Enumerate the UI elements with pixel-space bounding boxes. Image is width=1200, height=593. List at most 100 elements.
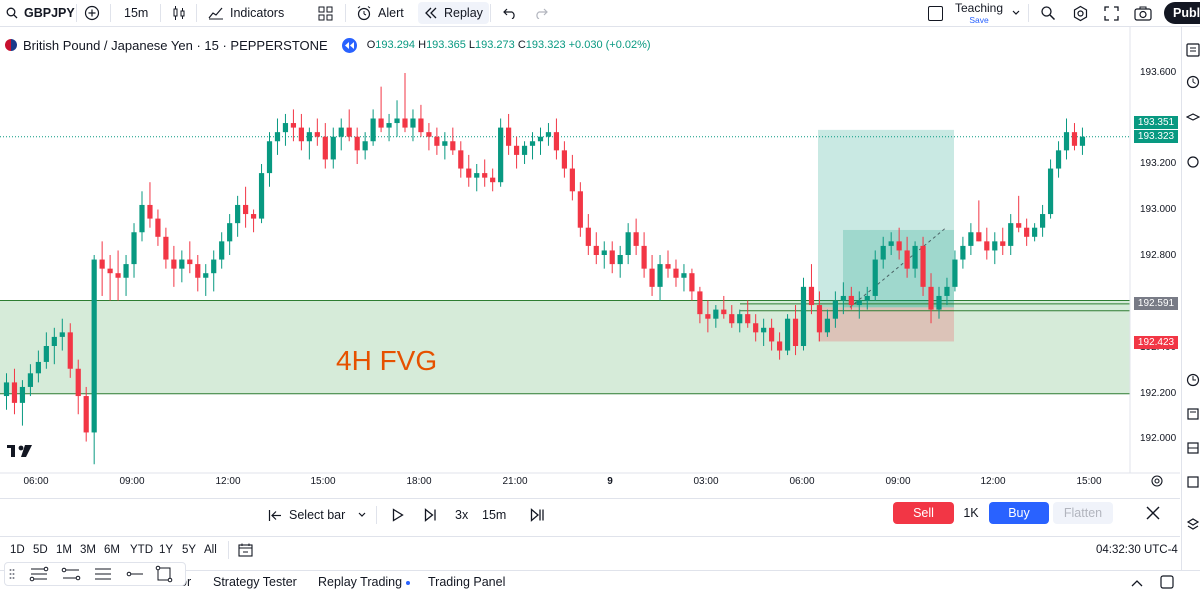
rectangle-tool-icon[interactable] (155, 565, 173, 583)
range-1y[interactable]: 1Y (159, 537, 173, 563)
news-icon[interactable] (1186, 407, 1200, 421)
clock-icon[interactable] (1186, 75, 1200, 89)
alert-button[interactable]: Alert (356, 0, 404, 26)
candle-body (936, 295, 942, 310)
layout-menu[interactable]: Teaching Save (954, 2, 1004, 26)
publish-button[interactable]: Publi (1164, 2, 1200, 24)
chat-icon[interactable] (1186, 113, 1200, 127)
text-lines-icon[interactable] (93, 566, 113, 582)
help-icon[interactable] (1186, 475, 1200, 489)
chevron-down-icon (358, 512, 366, 517)
candle-body (904, 250, 910, 269)
timezone-clock[interactable]: 04:32:30 UTC-4 (1096, 537, 1178, 563)
candle (665, 250, 671, 278)
zoom-search-icon (1041, 6, 1056, 21)
candle (187, 241, 193, 274)
candle-body (35, 361, 41, 374)
time-tick: 15:00 (310, 476, 336, 487)
layers-icon[interactable] (1186, 517, 1200, 531)
checkbox-square-icon (928, 5, 943, 21)
long-position-stop-zone[interactable] (818, 307, 954, 342)
snapshot-button[interactable] (1134, 0, 1152, 26)
candle-body (705, 314, 711, 319)
watchlist-icon[interactable] (1186, 43, 1200, 57)
candle (657, 255, 663, 301)
price-chart[interactable]: 4H FVG (0, 27, 1180, 497)
symbol-title[interactable]: British Pound / Japanese Yen · 15 · PEPP… (23, 38, 328, 53)
range-all[interactable]: All (204, 537, 217, 563)
quick-search-button[interactable] (1040, 0, 1056, 26)
range-1m[interactable]: 1M (56, 537, 72, 563)
replay-button[interactable]: Replay (418, 2, 489, 24)
candle-body (968, 232, 974, 246)
candle-body (609, 250, 615, 265)
candle (474, 164, 480, 192)
replay-speed-button[interactable]: 3x (455, 499, 468, 531)
settings-button[interactable] (1072, 0, 1089, 26)
fib-retracement-icon[interactable] (29, 566, 49, 582)
divider (228, 541, 229, 559)
range-ytd[interactable]: YTD (130, 537, 153, 563)
candle-body (960, 245, 966, 260)
buy-button[interactable]: Buy (989, 502, 1049, 524)
candle-body (282, 123, 289, 133)
screener-icon[interactable] (1186, 441, 1200, 455)
select-bar-button[interactable]: Select bar (268, 499, 367, 531)
candle-body (761, 327, 767, 333)
layout-checkbox[interactable] (928, 0, 943, 26)
drag-handle-icon[interactable] (9, 568, 15, 580)
candle-body (808, 286, 815, 306)
go-to-date-button[interactable] (238, 537, 253, 563)
range-5y[interactable]: 5Y (182, 537, 196, 563)
replay-interval-button[interactable]: 15m (482, 499, 506, 531)
horizontal-ray-icon[interactable] (125, 566, 145, 582)
step-forward-button[interactable] (424, 499, 437, 531)
range-1d[interactable]: 1D (10, 537, 25, 563)
tab-strategy-tester[interactable]: Strategy Tester (213, 575, 297, 589)
play-icon (392, 508, 404, 522)
calendar-icon[interactable] (1186, 373, 1200, 387)
collapse-panel-button[interactable] (1130, 577, 1144, 591)
candle-body (1000, 241, 1006, 246)
play-button[interactable] (392, 499, 404, 531)
candle-body (1079, 136, 1086, 146)
flatten-button[interactable]: Flatten (1053, 502, 1113, 524)
maximize-icon (1160, 575, 1174, 589)
templates-button[interactable] (318, 0, 333, 26)
fullscreen-icon (1104, 5, 1119, 21)
axis-settings-icon[interactable] (1151, 475, 1163, 487)
tab-trading-panel[interactable]: Trading Panel (428, 575, 505, 589)
range-5d[interactable]: 5D (33, 537, 48, 563)
jump-to-realtime-button[interactable] (530, 499, 545, 531)
sell-button[interactable]: Sell (893, 502, 954, 524)
range-3m[interactable]: 3M (80, 537, 96, 563)
interval-button[interactable]: 15m (124, 0, 148, 26)
replay-indicator-icon[interactable] (341, 37, 357, 53)
candle (346, 109, 352, 142)
candle-body (585, 227, 591, 246)
indicators-button[interactable]: Indicators (208, 0, 284, 26)
fullscreen-button[interactable] (1104, 0, 1119, 26)
candle (641, 232, 647, 278)
undo-button[interactable] (503, 0, 517, 26)
close-replay-button[interactable] (1146, 506, 1160, 523)
parallel-channel-icon[interactable] (61, 566, 81, 582)
ideas-icon[interactable] (1186, 155, 1200, 169)
redo-button[interactable] (534, 0, 548, 26)
symbol-search[interactable]: GBPJPY (6, 0, 75, 26)
tab-replay-trading[interactable]: Replay Trading (318, 575, 411, 589)
maximize-panel-button[interactable] (1160, 575, 1174, 592)
candle (450, 127, 456, 155)
divider (76, 4, 77, 22)
compare-symbol-button[interactable] (84, 0, 100, 26)
quantity-field[interactable]: 1K (957, 502, 985, 524)
fvg-annotation-label[interactable]: 4H FVG (336, 345, 437, 376)
candle-body (378, 118, 384, 128)
layout-dropdown-button[interactable] (1011, 0, 1021, 26)
fvg-zone[interactable] (0, 300, 1130, 394)
range-6m[interactable]: 6M (104, 537, 120, 563)
chevron-down-icon (1012, 10, 1020, 15)
chart-type-button[interactable] (171, 0, 187, 26)
candle-body (816, 305, 823, 333)
high-value: 193.365 (426, 39, 466, 51)
